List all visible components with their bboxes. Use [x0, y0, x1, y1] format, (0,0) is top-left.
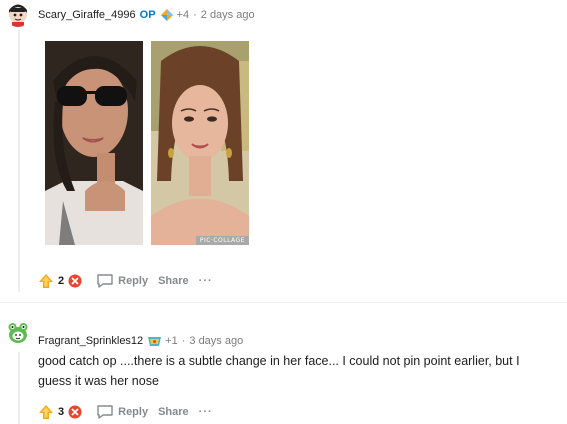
award-icon[interactable]: [147, 334, 162, 348]
timestamp[interactable]: 3 days ago: [189, 335, 243, 347]
comment-divider: [0, 302, 567, 303]
award-count[interactable]: +4: [177, 9, 190, 21]
more-options-button[interactable]: ···: [199, 275, 213, 287]
more-icon: ···: [198, 406, 213, 418]
frog-avatar-icon: [6, 321, 30, 345]
comment-image[interactable]: PIC·COLLAGE: [45, 41, 249, 245]
photo-left: [45, 41, 143, 245]
reply-button[interactable]: Reply: [96, 273, 148, 289]
downvote-button[interactable]: [68, 405, 82, 419]
timestamp[interactable]: 2 days ago: [201, 9, 255, 21]
reply-icon: [97, 274, 113, 288]
reply-button[interactable]: Reply: [96, 404, 148, 420]
downvote-icon: [68, 274, 82, 288]
comment-body: good catch op ....there is a subtle chan…: [38, 354, 520, 388]
thread-line[interactable]: [18, 352, 20, 424]
award-count[interactable]: +1: [165, 335, 178, 347]
image-watermark: PIC·COLLAGE: [195, 236, 249, 245]
upvote-icon: [39, 405, 53, 419]
user-avatar[interactable]: [6, 3, 30, 27]
op-badge: OP: [139, 9, 156, 21]
username[interactable]: Scary_Giraffe_4996: [38, 9, 136, 21]
vote-score: 2: [58, 275, 65, 287]
username[interactable]: Fragrant_Sprinkles12: [38, 335, 143, 347]
share-label: Share: [158, 275, 189, 287]
meta-separator: ·: [193, 9, 197, 21]
reply-label: Reply: [118, 406, 149, 418]
upvote-button[interactable]: [38, 404, 54, 420]
comment-meta: Scary_Giraffe_4996 OP +4 · 2 days ago: [38, 8, 255, 22]
more-icon: ···: [198, 275, 213, 287]
reply-icon: [97, 405, 113, 419]
award-icon[interactable]: [160, 8, 174, 22]
downvote-button[interactable]: [68, 274, 82, 288]
snoo-avatar-icon: [6, 3, 30, 27]
thread-line[interactable]: [18, 30, 20, 292]
photo-right: PIC·COLLAGE: [151, 41, 249, 245]
comment-actions: 3 Reply Share ···: [38, 404, 213, 420]
share-label: Share: [158, 406, 189, 418]
share-button[interactable]: Share: [158, 275, 189, 287]
reply-label: Reply: [118, 275, 149, 287]
upvote-icon: [39, 274, 53, 288]
vote-score: 3: [58, 406, 65, 418]
comment-meta: Fragrant_Sprinkles12 +1 · 3 days ago: [38, 334, 243, 348]
meta-separator: ·: [181, 335, 186, 347]
more-options-button[interactable]: ···: [199, 406, 213, 418]
comment-actions: 2 Reply Share ···: [38, 273, 213, 289]
share-button[interactable]: Share: [158, 406, 189, 418]
user-avatar[interactable]: [6, 321, 30, 345]
upvote-button[interactable]: [38, 273, 54, 289]
downvote-icon: [68, 405, 82, 419]
